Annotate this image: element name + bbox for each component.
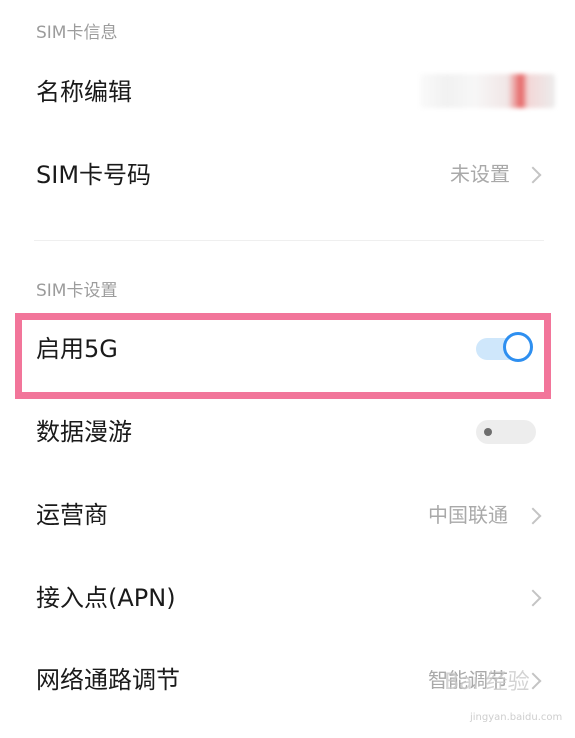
watermark-url: jingyan.baidu.com bbox=[470, 712, 563, 723]
toggle-knob-data-roaming bbox=[484, 428, 492, 436]
chevron-right-icon bbox=[524, 589, 542, 607]
row-label-apn: 接入点(APN) bbox=[36, 584, 176, 612]
row-label-data-roaming: 数据漫游 bbox=[36, 418, 132, 446]
row-label-sim-number: SIM卡号码 bbox=[36, 161, 152, 189]
highlight-annotation-box bbox=[15, 313, 551, 399]
row-label-carrier: 运营商 bbox=[36, 501, 108, 529]
divider bbox=[34, 240, 544, 241]
watermark-logo: Bai 经验 bbox=[444, 670, 530, 695]
row-value-sim-number: 未设置 bbox=[450, 162, 510, 186]
chevron-right-icon bbox=[524, 166, 542, 184]
blurred-name-value bbox=[420, 74, 555, 108]
section-header-sim-info: SIM卡信息 bbox=[36, 23, 118, 43]
chevron-right-icon bbox=[524, 507, 542, 525]
row-sim-number[interactable]: SIM卡号码 未设置 bbox=[0, 138, 575, 213]
row-apn[interactable]: 接入点(APN) bbox=[0, 560, 575, 635]
row-label-network-path: 网络通路调节 bbox=[36, 666, 180, 694]
section-header-sim-settings: SIM卡设置 bbox=[36, 281, 118, 301]
row-name-edit[interactable]: 名称编辑 bbox=[0, 55, 575, 130]
row-value-carrier: 中国联通 bbox=[428, 503, 508, 527]
row-carrier[interactable]: 运营商 中国联通 bbox=[0, 478, 575, 553]
row-label-name-edit: 名称编辑 bbox=[36, 78, 132, 106]
